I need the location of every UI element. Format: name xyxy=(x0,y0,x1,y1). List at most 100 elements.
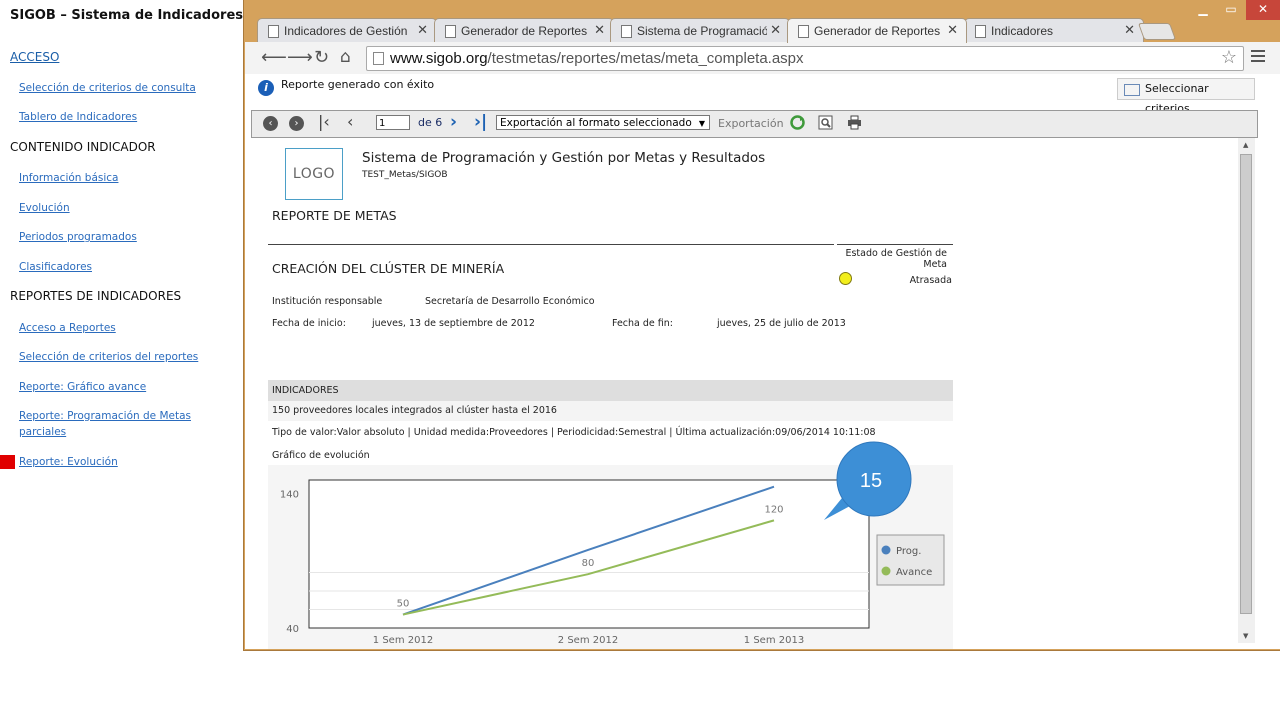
data-label: 50 xyxy=(397,599,410,610)
new-tab-button[interactable] xyxy=(1137,23,1177,40)
legend-marker xyxy=(881,545,891,555)
browser-tab[interactable]: Indicadores ✕ xyxy=(964,18,1144,43)
refresh-icon[interactable] xyxy=(790,115,805,130)
guide-link[interactable]: Acceso a Reportes xyxy=(19,320,229,336)
back-circle-icon[interactable]: ‹ xyxy=(263,116,278,131)
guide-link[interactable]: Periodos programados xyxy=(19,229,229,245)
page-icon xyxy=(975,25,986,38)
report-toolbar: ‹ › |‹ ‹ 1 de 6 › ›| Exportación al form… xyxy=(251,110,1258,138)
home-icon[interactable]: ⌂ xyxy=(340,47,351,67)
chevron-down-icon: ▼ xyxy=(698,119,705,128)
guide-section-heading: REPORTES DE INDICADORES xyxy=(10,289,182,303)
tab-title: Generador de Reportes xyxy=(814,24,941,38)
browser-tab[interactable]: Generador de Reportes ✕ xyxy=(787,18,967,43)
status-indicator-dot xyxy=(839,272,852,285)
legend-label: Avance xyxy=(896,567,932,578)
divider xyxy=(837,244,953,245)
callout-number: 15 xyxy=(859,470,883,492)
guide-link[interactable]: Reporte: Programación de Metas parciales xyxy=(19,408,229,440)
menu-icon[interactable] xyxy=(1251,50,1265,65)
indicators-header: INDICADORES xyxy=(268,380,953,401)
guide-section-heading: CONTENIDO INDICADOR xyxy=(10,140,156,154)
browser-tab[interactable]: Sistema de Programación ✕ xyxy=(610,18,790,43)
indicators-header-label: INDICADORES xyxy=(272,385,339,396)
previous-page-icon[interactable]: ‹ xyxy=(347,112,353,131)
close-tab-icon[interactable]: ✕ xyxy=(594,22,605,38)
page-content: i Reporte generado con éxito Seleccionar… xyxy=(245,74,1280,649)
reload-icon[interactable]: ↻ xyxy=(314,47,329,68)
tab-title: Indicadores xyxy=(991,24,1054,38)
guide-section-heading[interactable]: ACCESO xyxy=(10,50,59,64)
next-page-icon[interactable]: › xyxy=(450,112,457,132)
tab-title: Indicadores de Gestión xyxy=(284,24,408,38)
plot-area xyxy=(308,479,870,629)
indicator-row: 150 proveedores locales integrados al cl… xyxy=(268,401,953,421)
divider xyxy=(268,244,834,245)
current-step-marker xyxy=(0,455,15,469)
data-label: 80 xyxy=(582,558,595,569)
scroll-down-icon[interactable]: ▼ xyxy=(1243,632,1248,640)
guide-link[interactable]: Reporte: Evolución xyxy=(19,454,229,470)
institution-label: Institución responsable xyxy=(272,296,383,307)
browser-window: ▁ ▭ ✕ Indicadores de Gestión ✕ Generador d… xyxy=(243,0,1280,651)
address-bar[interactable]: www.sigob.org/testmetas/reportes/metas/m… xyxy=(366,46,1244,71)
page-icon xyxy=(621,25,632,38)
end-date-value: jueves, 25 de julio de 2013 xyxy=(717,318,846,329)
zoom-page-icon[interactable] xyxy=(818,115,833,130)
minimize-icon[interactable]: ▁ xyxy=(1190,0,1216,20)
url-host: www.sigob.org xyxy=(390,50,488,67)
x-tick-label: 1 Sem 2013 xyxy=(744,635,804,646)
close-tab-icon[interactable]: ✕ xyxy=(947,22,958,38)
report-title: REPORTE DE METAS xyxy=(272,208,397,223)
url-path: /testmetas/reportes/metas/meta_completa.… xyxy=(487,50,804,67)
x-tick-label: 1 Sem 2012 xyxy=(373,635,433,646)
legend-marker xyxy=(881,566,891,576)
info-icon: i xyxy=(258,80,274,96)
browser-toolbar: ⟵ ⟶ ↻ ⌂ www.sigob.org/testmetas/reportes… xyxy=(245,42,1280,74)
scroll-up-icon[interactable]: ▲ xyxy=(1243,141,1248,149)
guide-link[interactable]: Selección de criterios del reportes xyxy=(19,349,229,365)
status-label: Estado de Gestión de Meta xyxy=(845,248,947,269)
step-callout: 15 xyxy=(820,440,920,525)
page-icon xyxy=(373,52,384,65)
close-tab-icon[interactable]: ✕ xyxy=(417,22,428,38)
data-label: 120 xyxy=(764,504,783,515)
export-link[interactable]: Exportación xyxy=(718,117,784,130)
export-format-select[interactable]: Exportación al formato seleccionado ▼ xyxy=(496,115,710,130)
start-date-label: Fecha de inicio: xyxy=(272,318,346,329)
page-number-input[interactable]: 1 xyxy=(376,115,410,130)
y-tick-label: 40 xyxy=(286,624,299,635)
guide-link[interactable]: Información básica xyxy=(19,170,229,186)
select-criteria-button[interactable]: Seleccionar criterios xyxy=(1117,78,1255,115)
bookmark-star-icon[interactable]: ☆ xyxy=(1221,46,1237,69)
browser-tab[interactable]: Generador de Reportes ✕ xyxy=(434,18,614,43)
guide-link[interactable]: Selección de criterios de consulta xyxy=(19,80,229,96)
close-tab-icon[interactable]: ✕ xyxy=(1124,22,1135,38)
guide-panel: SIGOB – Sistema de Indicadores ACCESO Sel… xyxy=(0,0,243,720)
goal-title: CREACIÓN DEL CLÚSTER DE MINERÍA xyxy=(272,261,505,276)
tab-title: Sistema de Programación xyxy=(637,24,767,38)
page-icon xyxy=(445,25,456,38)
first-page-icon[interactable]: |‹ xyxy=(318,112,330,131)
guide-link[interactable]: Tablero de Indicadores xyxy=(19,109,229,125)
maximize-icon[interactable]: ▭ xyxy=(1218,0,1244,20)
tab-title: Generador de Reportes xyxy=(461,24,588,38)
chart-label: Gráfico de evolución xyxy=(272,450,370,461)
vertical-scrollbar[interactable]: ▲ ▼ xyxy=(1238,138,1255,643)
status-value: Atrasada xyxy=(909,275,952,286)
forward-arrow-icon[interactable]: ⟶ xyxy=(287,47,313,68)
guide-link[interactable]: Evolución xyxy=(19,200,229,216)
back-arrow-icon[interactable]: ⟵ xyxy=(261,47,287,68)
page-icon xyxy=(798,25,809,38)
scrollbar-thumb[interactable] xyxy=(1240,154,1252,614)
print-icon[interactable] xyxy=(847,115,862,130)
close-tab-icon[interactable]: ✕ xyxy=(770,22,781,38)
guide-link[interactable]: Clasificadores xyxy=(19,259,229,275)
guide-link[interactable]: Reporte: Gráfico avance xyxy=(19,379,229,395)
list-icon xyxy=(1124,84,1140,96)
forward-circle-icon[interactable]: › xyxy=(289,116,304,131)
browser-tab[interactable]: Indicadores de Gestión ✕ xyxy=(257,18,437,43)
close-window-icon[interactable]: ✕ xyxy=(1246,0,1280,20)
start-date-value: jueves, 13 de septiembre de 2012 xyxy=(372,318,535,329)
last-page-icon[interactable]: ›| xyxy=(474,112,487,132)
